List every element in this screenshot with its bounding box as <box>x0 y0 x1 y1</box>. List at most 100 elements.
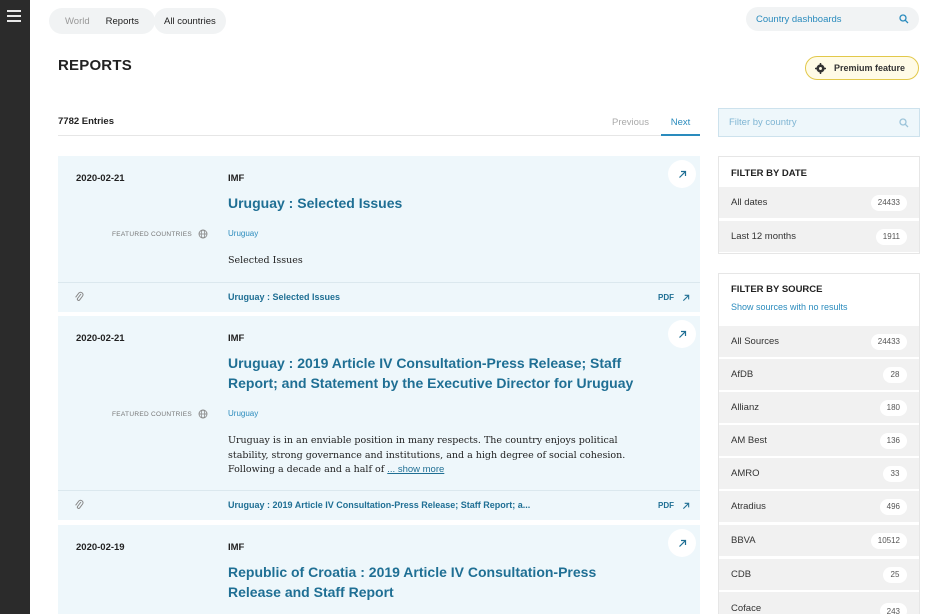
breadcrumb: World Reports <box>49 8 155 34</box>
filter-count-badge: 243 <box>879 603 907 614</box>
filter-source-item[interactable]: AfDB 28 <box>719 359 919 390</box>
breadcrumb-world[interactable]: World <box>57 16 98 27</box>
filter-source-item[interactable]: BBVA 10512 <box>719 525 919 556</box>
open-report-button[interactable] <box>668 160 696 188</box>
search-icon <box>899 14 909 24</box>
filter-date-item[interactable]: Last 12 months 1911 <box>719 221 919 252</box>
filter-source-label: Allianz <box>731 402 759 413</box>
country-tag[interactable]: Uruguay <box>228 409 258 418</box>
pdf-label: PDF <box>658 293 674 302</box>
open-report-button[interactable] <box>668 529 696 557</box>
report-title[interactable]: Republic of Croatia : 2019 Article IV Co… <box>228 562 648 602</box>
filter-by-date-panel: FILTER BY DATE All dates 24433 Last 12 m… <box>718 156 920 254</box>
filter-count-badge: 136 <box>879 432 907 449</box>
country-tag[interactable]: Uruguay <box>228 229 258 238</box>
premium-feature-label: Premium feature <box>834 63 906 73</box>
previous-button[interactable]: Previous <box>612 117 649 128</box>
filter-by-source-title: FILTER BY SOURCE <box>731 284 823 295</box>
globe-icon <box>198 229 208 239</box>
pdf-link[interactable]: PDF <box>658 293 690 302</box>
filter-count-badge: 25 <box>883 566 907 583</box>
search-icon <box>899 117 909 127</box>
report-card: 2020-02-19 IMF Republic of Croatia : 201… <box>58 525 700 614</box>
filter-source-item[interactable]: AMRO 33 <box>719 458 919 489</box>
filter-source-item[interactable]: AM Best 136 <box>719 425 919 456</box>
featured-countries: FEATURED COUNTRIES <box>112 409 208 419</box>
page-title: REPORTS <box>58 57 132 74</box>
filter-source-label: Atradius <box>731 501 766 512</box>
show-sources-no-results-link[interactable]: Show sources with no results <box>719 302 860 312</box>
premium-feature-badge[interactable]: Premium feature <box>805 56 919 80</box>
gear-icon <box>815 62 826 74</box>
filter-source-item[interactable]: Allianz 180 <box>719 392 919 423</box>
filter-source-label: AMRO <box>731 468 760 479</box>
pdf-link[interactable]: PDF <box>658 501 690 510</box>
filter-count-badge: 1911 <box>875 228 907 245</box>
report-description-text: Selected Issues <box>228 255 303 266</box>
report-card: 2020-02-21 IMF Uruguay : 2019 Article IV… <box>58 316 700 520</box>
filter-date-label: Last 12 months <box>731 231 796 242</box>
all-countries-button[interactable]: All countries <box>154 8 226 34</box>
document-link[interactable]: Uruguay : 2019 Article IV Consultation-P… <box>228 500 530 510</box>
report-description: Selected Issues <box>228 254 648 269</box>
filter-source-label: AfDB <box>731 369 754 380</box>
filter-source-label: AM Best <box>731 435 767 446</box>
document-link[interactable]: Uruguay : Selected Issues <box>228 292 340 302</box>
filter-count-badge: 28 <box>883 366 907 383</box>
filter-count-badge: 24433 <box>870 333 907 350</box>
report-source: IMF <box>228 542 245 553</box>
report-title[interactable]: Uruguay : 2019 Article IV Consultation-P… <box>228 353 648 393</box>
show-more-link[interactable]: ... show more <box>387 464 444 475</box>
filter-source-label: All Sources <box>731 336 780 347</box>
featured-countries-label: FEATURED COUNTRIES <box>112 230 193 238</box>
arrow-up-right-icon <box>678 539 686 547</box>
filter-by-country-placeholder: Filter by country <box>729 117 797 128</box>
filter-by-source-panel: FILTER BY SOURCE Show sources with no re… <box>718 273 920 614</box>
filter-by-date-title: FILTER BY DATE <box>731 168 807 179</box>
filter-source-item[interactable]: All Sources 24433 <box>719 326 919 357</box>
country-dashboards-search[interactable]: Country dashboards <box>746 7 919 31</box>
filter-source-label: Coface <box>731 603 762 614</box>
featured-countries: FEATURED COUNTRIES <box>112 229 208 239</box>
filter-source-item[interactable]: Coface 243 <box>719 592 919 614</box>
filter-count-badge: 496 <box>879 498 907 515</box>
report-source: IMF <box>228 173 245 184</box>
report-date: 2020-02-21 <box>76 333 125 344</box>
filter-count-badge: 24433 <box>870 194 907 211</box>
featured-countries-label: FEATURED COUNTRIES <box>112 410 193 418</box>
filter-date-label: All dates <box>731 197 768 208</box>
report-footer: Uruguay : Selected Issues PDF <box>58 282 700 312</box>
report-footer: Uruguay : 2019 Article IV Consultation-P… <box>58 490 700 520</box>
report-date: 2020-02-21 <box>76 173 125 184</box>
report-card: 2020-02-21 IMF Uruguay : Selected Issues… <box>58 156 700 312</box>
filter-source-item[interactable]: Atradius 496 <box>719 491 919 522</box>
arrow-up-right-icon <box>682 294 690 301</box>
report-description: Uruguay is in an enviable position in ma… <box>228 434 648 478</box>
filter-count-badge: 180 <box>879 399 907 416</box>
next-button[interactable]: Next <box>661 111 700 136</box>
filter-count-badge: 10512 <box>870 532 907 549</box>
filter-source-label: CDB <box>731 569 752 580</box>
arrow-up-right-icon <box>678 330 686 338</box>
divider <box>58 135 700 136</box>
country-dashboards-label: Country dashboards <box>756 13 842 25</box>
globe-icon <box>198 409 208 419</box>
arrow-up-right-icon <box>678 170 686 178</box>
paperclip-icon <box>75 499 84 509</box>
breadcrumb-reports[interactable]: Reports <box>98 16 147 27</box>
report-date: 2020-02-19 <box>76 542 125 553</box>
filter-source-item[interactable]: CDB 25 <box>719 559 919 590</box>
report-title[interactable]: Uruguay : Selected Issues <box>228 193 648 213</box>
pdf-label: PDF <box>658 501 674 510</box>
filter-date-item[interactable]: All dates 24433 <box>719 187 919 218</box>
filter-count-badge: 33 <box>883 465 907 482</box>
paperclip-icon <box>75 291 84 301</box>
report-source: IMF <box>228 333 245 344</box>
open-report-button[interactable] <box>668 320 696 348</box>
arrow-up-right-icon <box>682 502 690 509</box>
filter-source-label: BBVA <box>731 535 756 546</box>
hamburger-menu-icon[interactable] <box>7 10 21 22</box>
left-sidebar <box>0 0 30 614</box>
filter-by-country-input[interactable]: Filter by country <box>718 108 920 137</box>
entries-count: 7782 Entries <box>58 116 114 127</box>
